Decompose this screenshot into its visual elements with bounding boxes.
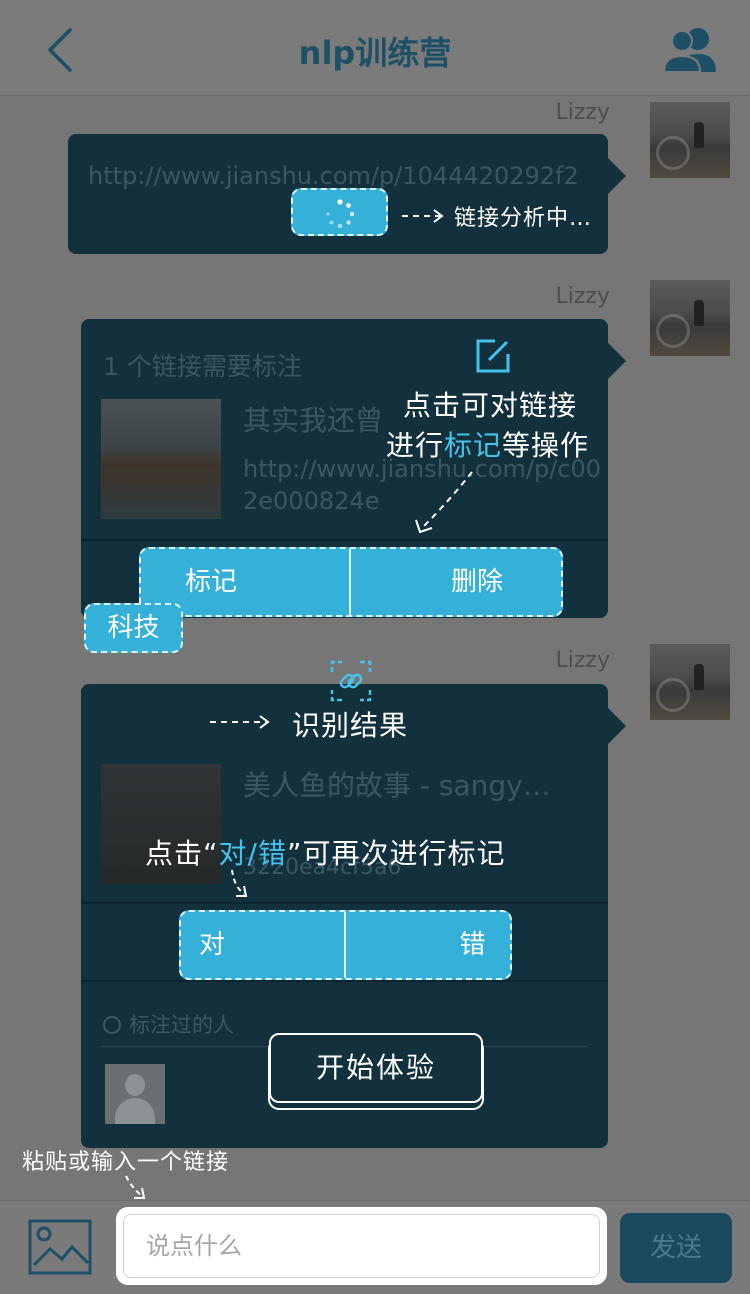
arrow-icon (415, 471, 473, 534)
sender-name: Lizzy (555, 100, 610, 125)
avatar[interactable] (650, 102, 730, 178)
right-wrong-actions: 对 错 (179, 910, 512, 980)
right-wrong-tip: 点击“对/错”可再次进行标记 (145, 837, 506, 870)
composer-bar: 发送 (0, 1200, 750, 1294)
right-button[interactable]: 对 (181, 912, 346, 978)
message-input-wrapper (116, 1207, 607, 1285)
edit-icon (476, 339, 510, 373)
marked-by-label: 标注过的人 (129, 1013, 234, 1037)
sender-name: Lizzy (555, 284, 610, 309)
category-tag[interactable]: 科技 (84, 603, 183, 653)
card-action-tip: 点击可对链接 (403, 389, 578, 422)
arrow-icon (231, 869, 248, 897)
sender-name: Lizzy (555, 648, 610, 673)
tag-tip: 识别结果 (292, 709, 409, 742)
wrong-button[interactable]: 错 (346, 912, 511, 978)
loading-indicator (291, 188, 388, 236)
analysing-tip: 链接分析中… (454, 206, 593, 231)
divider (81, 980, 608, 982)
send-button[interactable]: 发送 (620, 1213, 732, 1283)
article-title[interactable]: 美人鱼的故事 - sangy… (243, 764, 551, 804)
arrow-icon (210, 715, 270, 729)
message-link[interactable]: http://www.jianshu.com/p/1044420292f2 (88, 162, 598, 190)
input-tip: 粘贴或输入一个链接 (22, 1150, 230, 1175)
page-title: nlp训练营 (298, 34, 452, 72)
avatar[interactable] (650, 280, 730, 356)
marked-by-section: 标注过的人 (103, 1009, 234, 1039)
divider (81, 539, 608, 541)
image-icon[interactable] (28, 1219, 92, 1275)
spinner-icon (326, 199, 355, 229)
annotation-notice: 1 个链接需要标注 (103, 352, 302, 381)
people-icon[interactable] (660, 24, 720, 74)
check-circle-icon (103, 1016, 121, 1034)
article-title[interactable]: 其实我还曾 (243, 399, 383, 439)
mark-delete-actions: 标记 删除 (139, 547, 563, 617)
card-action-tip-2: 进行标记等操作 (386, 429, 590, 462)
start-experience-button[interactable]: 开始体验 (269, 1033, 483, 1103)
arrow-icon (402, 209, 444, 223)
avatar[interactable] (650, 644, 730, 720)
link-icon (330, 660, 372, 702)
delete-button[interactable]: 删除 (351, 549, 561, 615)
top-bar: nlp训练营 (0, 0, 750, 96)
article-thumbnail (101, 399, 221, 519)
divider (81, 902, 608, 904)
marker-avatar[interactable] (105, 1064, 165, 1124)
message-input[interactable] (123, 1214, 600, 1278)
